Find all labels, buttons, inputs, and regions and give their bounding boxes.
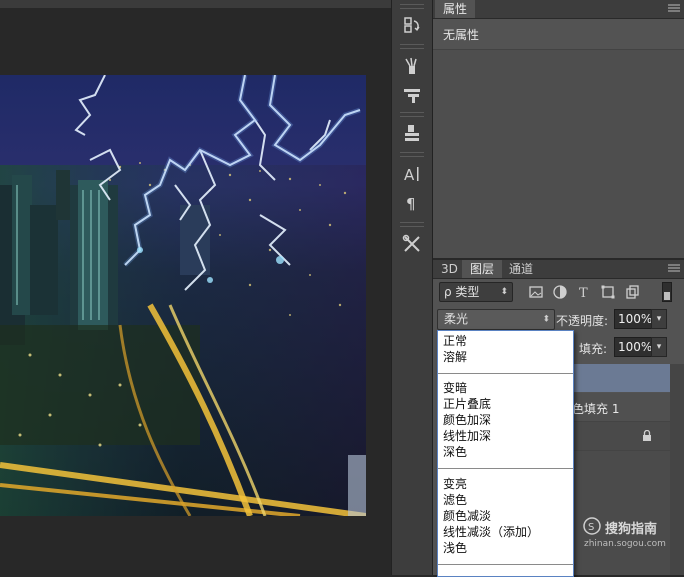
menu-icon[interactable] [668, 264, 680, 272]
opacity-input[interactable]: 100% [614, 309, 653, 329]
panel-grip[interactable] [400, 44, 424, 49]
filter-toggle[interactable] [662, 282, 672, 302]
no-properties-text: 无属性 [443, 28, 480, 42]
fill-label: 填充: [579, 342, 608, 356]
canvas-image[interactable] [0, 75, 366, 516]
blend-option-color-dodge[interactable]: 颜色减淡 [443, 508, 491, 524]
tab-channels[interactable]: 通道 [501, 260, 541, 278]
menu-icon[interactable] [668, 4, 680, 12]
canvas-top-edge [0, 0, 391, 8]
sogou-logo-icon: S [583, 517, 601, 535]
chevron-updown-icon: ⬍ [542, 314, 550, 324]
clone-source-icon[interactable] [397, 120, 427, 146]
sogou-watermark: S 搜狗指南 zhinan.sogou.com [583, 517, 673, 551]
blend-option-normal[interactable]: 正常 [443, 333, 467, 349]
panel-grip[interactable] [400, 4, 424, 9]
blend-mode-value: 柔光 [444, 312, 469, 326]
paragraph-icon[interactable]: ¶ [397, 190, 427, 216]
panel-grip[interactable] [400, 222, 424, 227]
brush-settings-icon[interactable] [397, 82, 427, 108]
svg-text:¶: ¶ [406, 195, 416, 213]
opacity-label: 不透明度: [556, 314, 609, 328]
properties-panel: 属性 无属性 [433, 0, 684, 258]
filter-label: ρ 类型 [444, 285, 480, 299]
layer-row-selected[interactable] [570, 364, 670, 392]
image-filter-icon[interactable] [528, 284, 544, 300]
blend-mode-menu: 正常 溶解 变暗 正片叠底 颜色加深 线性加深 深色 变亮 滤色 颜色减淡 线性… [437, 330, 574, 577]
tools-icon[interactable] [397, 231, 427, 257]
properties-tabbar: 属性 [433, 0, 684, 19]
rotate-icon[interactable] [397, 12, 427, 38]
chevron-updown-icon: ⬍ [500, 287, 508, 297]
layer-row[interactable]: 色填充 1 [570, 393, 670, 422]
tab-properties[interactable]: 属性 [435, 0, 476, 18]
blend-option-multiply[interactable]: 正片叠底 [443, 396, 491, 412]
watermark-url: zhinan.sogou.com [584, 539, 666, 549]
menu-separator [438, 373, 573, 374]
shape-filter-icon[interactable] [600, 284, 616, 300]
properties-body [433, 50, 684, 258]
blend-option-darker-color[interactable]: 深色 [443, 444, 467, 460]
blend-mode-dropdown[interactable]: 柔光 ⬍ [437, 309, 555, 330]
character-icon[interactable]: A [397, 161, 427, 187]
layer-name: 色填充 1 [572, 402, 620, 416]
adjustment-filter-icon[interactable] [552, 284, 568, 300]
blend-option-darken[interactable]: 变暗 [443, 380, 467, 396]
city-lightning-artwork [0, 75, 366, 516]
layers-list-empty [570, 451, 670, 575]
blend-option-color-burn[interactable]: 颜色加深 [443, 412, 491, 428]
menu-separator [438, 468, 573, 469]
type-filter-icon[interactable]: T [576, 284, 592, 300]
panel-grip[interactable] [400, 152, 424, 157]
menu-separator [438, 564, 573, 565]
panel-icon-strip: A ¶ [391, 0, 433, 575]
blend-option-linear-burn[interactable]: 线性加深 [443, 428, 491, 444]
lock-icon [643, 430, 651, 441]
blend-option-screen[interactable]: 滤色 [443, 492, 467, 508]
brush-icon[interactable] [397, 53, 427, 79]
opacity-dropdown-button[interactable]: ▾ [651, 309, 667, 329]
watermark-brand: 搜狗指南 [605, 522, 658, 537]
svg-text:S: S [588, 522, 594, 533]
layer-row-background[interactable] [570, 422, 670, 451]
tab-layers[interactable]: 图层 [462, 260, 503, 278]
fill-input[interactable]: 100% [614, 337, 653, 357]
layer-filter-dropdown[interactable]: ρ 类型 ⬍ [439, 282, 513, 302]
blend-option-lighten[interactable]: 变亮 [443, 476, 467, 492]
fill-dropdown-button[interactable]: ▾ [651, 337, 667, 357]
blend-option-linear-dodge[interactable]: 线性减淡（添加） [443, 524, 539, 540]
blend-option-dissolve[interactable]: 溶解 [443, 349, 467, 365]
svg-text:A: A [404, 166, 415, 184]
blend-option-lighter-color[interactable]: 浅色 [443, 540, 467, 556]
panel-grip[interactable] [400, 112, 424, 117]
tab-3d[interactable]: 3D [433, 260, 466, 278]
smart-object-filter-icon[interactable] [624, 284, 640, 300]
layers-tabbar: 3D 图层 通道 [433, 260, 684, 279]
svg-text:T: T [579, 286, 588, 299]
